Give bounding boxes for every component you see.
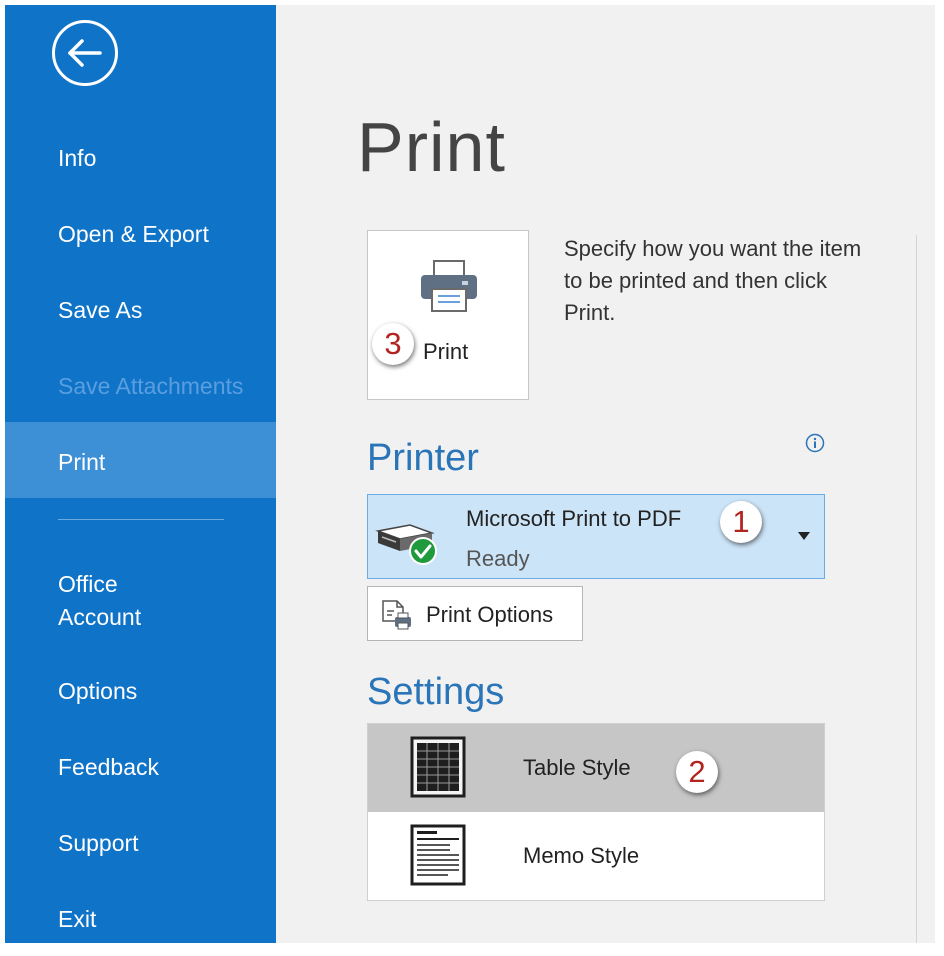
sidebar-item-print[interactable]: Print [5, 422, 276, 498]
printer-name: Microsoft Print to PDF [466, 506, 682, 531]
backstage-sidebar: Info Open & Export Save As Save Attachme… [5, 5, 276, 943]
step-3-badge: 3 [372, 323, 414, 365]
sidebar-divider [58, 519, 224, 520]
sidebar-item-save-as[interactable]: Save As [5, 272, 276, 348]
sidebar-item-label: Save As [58, 297, 143, 323]
sidebar-item-label: Office Account [58, 571, 142, 630]
print-button-label: Print [423, 339, 469, 364]
print-backstage: Info Open & Export Save As Save Attachme… [5, 5, 935, 943]
chevron-down-icon [798, 532, 810, 540]
printer-status: Ready [466, 546, 530, 571]
sidebar-item-options[interactable]: Options [5, 653, 276, 729]
sidebar-item-exit[interactable]: Exit [5, 881, 276, 943]
back-arrow-icon [68, 39, 102, 67]
style-option-table-style[interactable]: Table Style 2 [368, 724, 824, 812]
info-icon[interactable] [805, 433, 825, 453]
sidebar-item-open-export[interactable]: Open & Export [5, 196, 276, 272]
settings-section-title: Settings [367, 671, 505, 713]
printer-icon [421, 260, 477, 312]
sidebar-item-label: Exit [58, 906, 97, 932]
sidebar-item-office-account[interactable]: Office Account [5, 560, 276, 640]
memo-style-icon [410, 824, 466, 886]
sidebar-item-label: Save Attachments [58, 373, 244, 399]
style-option-label: Memo Style [523, 843, 640, 868]
step-1-badge: 1 [720, 501, 762, 543]
page-title: Print [357, 108, 506, 186]
sidebar-item-save-attachments: Save Attachments [5, 348, 276, 424]
back-button[interactable] [52, 20, 118, 86]
pdf-printer-icon [375, 524, 437, 565]
sidebar-item-label: Print [58, 449, 106, 475]
sidebar-item-support[interactable]: Support [5, 805, 276, 881]
sidebar-item-info[interactable]: Info [5, 120, 276, 196]
sidebar-item-label: Open & Export [58, 221, 209, 247]
style-option-label: Table Style [523, 755, 631, 780]
printer-dropdown[interactable]: Microsoft Print to PDF Ready 1 [367, 494, 825, 579]
print-style-list: Table Style 2 Memo Style [367, 723, 825, 901]
printer-section-title: Printer [367, 437, 479, 479]
style-option-memo-style[interactable]: Memo Style [368, 812, 824, 900]
print-options-icon [382, 600, 411, 630]
print-button[interactable]: 3 Print [367, 230, 529, 400]
print-options-label: Print Options [426, 602, 554, 627]
print-options-button[interactable]: Print Options [367, 586, 583, 641]
print-description: Specify how you want the item to be prin… [564, 236, 862, 325]
sidebar-item-feedback[interactable]: Feedback [5, 729, 276, 805]
sidebar-item-label: Info [58, 145, 97, 171]
sidebar-item-label: Feedback [58, 754, 160, 780]
sidebar-item-label: Support [58, 830, 139, 856]
table-style-icon [410, 736, 466, 798]
content-right-border [916, 235, 917, 943]
sidebar-item-label: Options [58, 678, 138, 704]
step-2-badge: 2 [676, 751, 718, 793]
